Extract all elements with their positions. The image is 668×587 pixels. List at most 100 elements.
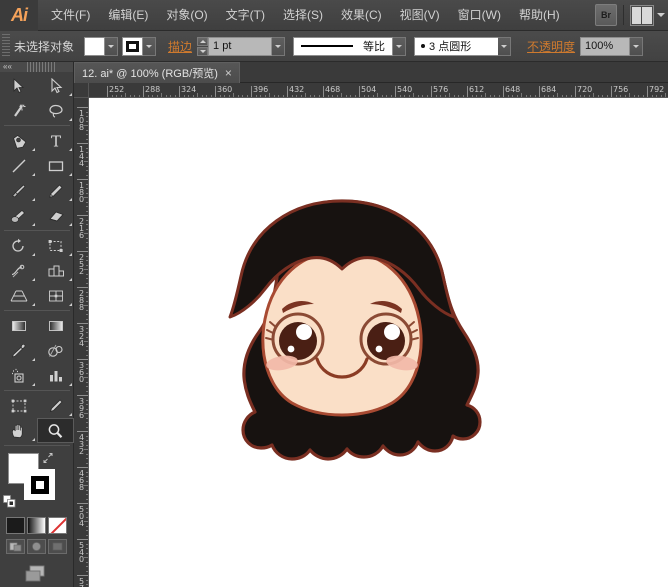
brush-dot-icon <box>421 44 425 48</box>
blob-brush-tool[interactable] <box>0 203 37 228</box>
direct-selection-tool[interactable] <box>37 73 74 98</box>
fill-color-control[interactable] <box>84 37 118 56</box>
stroke-weight-stepper[interactable] <box>197 37 208 56</box>
menu-select[interactable]: 选择(S) <box>274 4 332 27</box>
screen-mode-button[interactable] <box>20 562 54 587</box>
eraser-tool[interactable] <box>37 203 74 228</box>
stroke-weight-input[interactable]: 1 pt <box>208 37 272 56</box>
control-bar: 未选择对象 描边 1 pt 等比 3 点圆形 <box>0 31 668 62</box>
scale-tool[interactable] <box>37 233 74 258</box>
hand-tool[interactable] <box>0 418 37 443</box>
ruler-tick <box>575 86 576 98</box>
menu-type[interactable]: 文字(T) <box>217 4 274 27</box>
chevron-down-icon[interactable] <box>657 13 665 17</box>
rotate-tool[interactable] <box>0 233 37 258</box>
column-graph-tool[interactable] <box>37 363 74 388</box>
vertical-ruler[interactable]: 1081441802162522883243603964324685045405… <box>74 98 89 587</box>
brush-dropdown-icon[interactable] <box>498 37 511 56</box>
selection-tool[interactable] <box>0 73 37 98</box>
ruler-label: 540 <box>397 86 412 94</box>
collapse-panel-icon[interactable]: «« <box>3 63 12 71</box>
stroke-color-control[interactable] <box>122 37 156 56</box>
ruler-tick <box>77 359 89 360</box>
stroke-weight-control[interactable]: 1 pt <box>197 37 285 56</box>
ruler-label: 468 <box>325 86 340 94</box>
tools-panel: «« <box>0 62 74 587</box>
gradient-tool[interactable] <box>0 313 37 338</box>
menu-help[interactable]: 帮助(H) <box>510 4 569 27</box>
ruler-tick <box>77 179 89 180</box>
zoom-tool[interactable] <box>37 418 74 443</box>
width-tool[interactable] <box>0 258 37 283</box>
canvas-area[interactable] <box>89 98 668 587</box>
brush-control[interactable]: 3 点圆形 <box>414 37 511 56</box>
artboard-tool[interactable] <box>0 393 37 418</box>
slice-tool[interactable] <box>37 393 74 418</box>
stroke-profile-control[interactable]: 等比 <box>293 37 406 56</box>
default-fill-stroke-icon[interactable] <box>3 495 16 508</box>
selection-status-label: 未选择对象 <box>14 38 74 55</box>
ruler-tick <box>179 86 180 98</box>
document-tab[interactable]: 12. ai* @ 100% (RGB/预览) × <box>74 62 240 83</box>
ruler-tick <box>251 86 252 98</box>
ruler-tick <box>359 86 360 98</box>
stroke-link[interactable]: 描边 <box>168 38 192 55</box>
stroke-weight-dropdown-icon[interactable] <box>272 37 285 56</box>
arrange-documents-icon[interactable] <box>630 5 654 26</box>
stroke-profile-dropdown-icon[interactable] <box>393 37 406 56</box>
ruler-label: 720 <box>577 86 592 94</box>
cartoon-girl-face-artwork[interactable] <box>187 191 497 486</box>
menu-view[interactable]: 视图(V) <box>391 4 449 27</box>
tools-panel-grip[interactable] <box>27 62 57 72</box>
fill-swatch[interactable] <box>84 37 105 56</box>
stroke-dropdown-icon[interactable] <box>143 37 156 56</box>
menu-file[interactable]: 文件(F) <box>42 4 99 27</box>
eyedropper-tool[interactable] <box>0 338 37 363</box>
stroke-color-swatch[interactable] <box>24 469 55 500</box>
close-icon[interactable]: × <box>225 68 232 78</box>
swap-fill-stroke-icon[interactable] <box>42 451 54 463</box>
lasso-tool[interactable] <box>37 98 74 123</box>
pencil-tool[interactable] <box>37 178 74 203</box>
mesh-tool[interactable] <box>37 283 74 308</box>
menu-object[interactable]: 对象(O) <box>157 4 216 27</box>
magic-wand-tool[interactable] <box>0 98 37 123</box>
opacity-input[interactable]: 100% <box>580 37 630 56</box>
menu-edit[interactable]: 编辑(E) <box>99 4 157 27</box>
draw-normal-button[interactable] <box>6 539 25 554</box>
shape-builder-tool[interactable] <box>37 258 74 283</box>
tool-grid: T <box>0 72 73 448</box>
line-segment-tool[interactable] <box>0 153 37 178</box>
blend-tool[interactable] <box>37 338 74 363</box>
gradient-swatch-tool[interactable] <box>37 313 74 338</box>
perspective-grid-tool[interactable] <box>0 283 37 308</box>
draw-behind-button[interactable] <box>27 539 46 554</box>
menu-window[interactable]: 窗口(W) <box>449 4 510 27</box>
color-mode-button[interactable] <box>6 517 25 534</box>
control-bar-grip[interactable] <box>2 34 10 58</box>
opacity-link[interactable]: 不透明度 <box>527 38 575 55</box>
bridge-icon[interactable]: Br <box>595 4 617 26</box>
pen-tool[interactable] <box>0 128 37 153</box>
fill-dropdown-icon[interactable] <box>105 37 118 56</box>
type-tool[interactable]: T <box>37 128 74 153</box>
ruler-label: 180 <box>77 181 85 202</box>
ruler-tick <box>467 86 468 98</box>
draw-inside-button[interactable] <box>48 539 67 554</box>
paintbrush-tool[interactable] <box>0 178 37 203</box>
horizontal-ruler[interactable]: 2522883243603964324685045405766126486847… <box>89 83 668 98</box>
stroke-profile-label[interactable]: 等比 <box>359 37 393 56</box>
gradient-mode-button[interactable] <box>27 517 46 534</box>
opacity-control[interactable]: 100% <box>580 37 643 56</box>
ruler-tick <box>77 575 89 576</box>
brush-preview[interactable]: 3 点圆形 <box>414 37 498 56</box>
tools-panel-header[interactable]: «« <box>0 62 73 72</box>
menu-effect[interactable]: 效果(C) <box>332 4 391 27</box>
symbol-sprayer-tool[interactable] <box>0 363 37 388</box>
stroke-swatch[interactable] <box>122 37 143 56</box>
opacity-dropdown-icon[interactable] <box>630 37 643 56</box>
ruler-corner[interactable] <box>74 83 89 98</box>
rectangle-tool[interactable] <box>37 153 74 178</box>
ruler-label: 432 <box>289 86 304 94</box>
none-mode-button[interactable] <box>48 517 67 534</box>
